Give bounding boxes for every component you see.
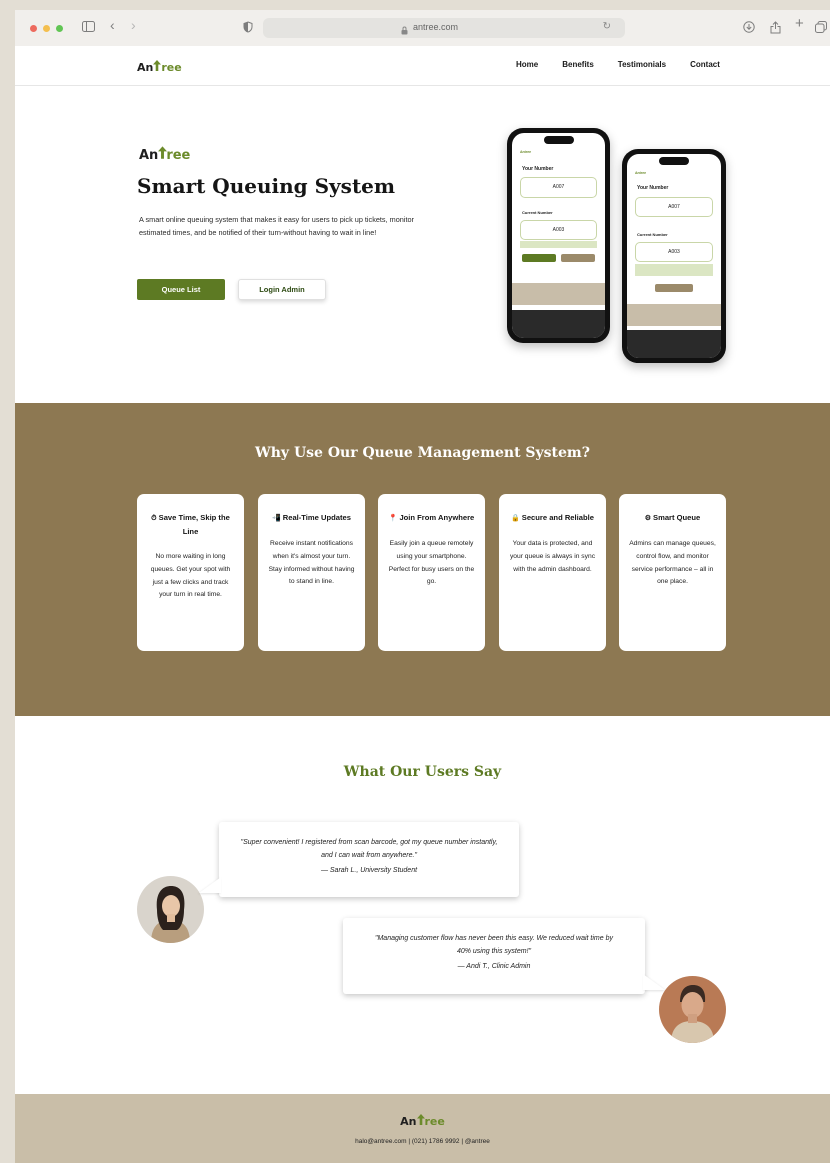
location-pin-icon: 📍 <box>388 515 398 522</box>
privacy-shield-icon[interactable] <box>243 21 253 36</box>
benefit-card-body: Your data is protected, and your queue i… <box>509 540 596 573</box>
hero-title: Smart Queuing System <box>137 174 396 198</box>
nav-contact-link[interactable]: Contact <box>690 60 720 69</box>
hero-description: A smart online queuing system that makes… <box>139 215 414 237</box>
testimonial-author: — Sarah L., University Student <box>320 867 418 875</box>
benefit-card-title: Join From Anywhere <box>399 513 475 522</box>
forward-icon[interactable]: › <box>131 18 136 32</box>
new-tab-icon[interactable]: + <box>795 16 804 31</box>
site-footer: An ree halo@antree.com | (021) 1786 9992… <box>15 1094 830 1163</box>
benefit-card: ⏱ Save Time, Skip the Line No more waitin… <box>137 494 244 651</box>
benefit-card: 🔒 Secure and Reliable Your data is protec… <box>499 494 606 651</box>
reload-icon[interactable]: ↻ <box>603 21 611 32</box>
minimize-window-button[interactable] <box>43 25 50 32</box>
zoom-window-button[interactable] <box>56 25 63 32</box>
testimonial-author: — Andi T., Clinic Admin <box>457 963 531 971</box>
benefit-card: 📲 Real-Time Updates Receive instant notif… <box>258 494 365 651</box>
benefit-card-title: Save Time, Skip the Line <box>158 513 230 536</box>
phone-mockup-2: Antree Your Number A007 Current Number A… <box>622 149 726 363</box>
benefit-card-title: Real-Time Updates <box>282 513 351 522</box>
site-logo[interactable]: An ree <box>137 60 182 74</box>
benefit-card-body: Admins can manage queues, control flow, … <box>629 540 716 586</box>
window-controls <box>30 25 63 32</box>
back-icon[interactable]: ‹ <box>110 18 115 32</box>
testimonial-bubble-1: "Super convenient! I registered from sca… <box>199 822 519 897</box>
testimonial-quote: "Super convenient! I registered from sca… <box>240 839 498 859</box>
benefit-card: 📍 Join From Anywhere Easily join a queue … <box>378 494 485 651</box>
nav-testimonials-link[interactable]: Testimonials <box>618 60 666 69</box>
mobile-notification-icon: 📲 <box>272 515 281 522</box>
benefits-section: Why Use Our Queue Management System? ⏱ Sa… <box>15 403 830 716</box>
tree-logo-icon <box>153 60 162 74</box>
close-window-button[interactable] <box>30 25 37 32</box>
nav-home-link[interactable]: Home <box>516 60 538 69</box>
tree-logo-icon <box>158 146 168 163</box>
benefit-card-body: No more waiting in long queues. Get your… <box>150 553 231 599</box>
footer-logo: An ree <box>400 1114 445 1128</box>
main-nav: Home Benefits Testimonials Contact <box>516 60 744 69</box>
stopwatch-icon: ⏱ <box>151 515 157 522</box>
tree-logo-icon <box>416 1114 425 1128</box>
sidebar-icon[interactable] <box>82 21 95 35</box>
hero-logo: An ree <box>139 146 191 163</box>
queue-list-button[interactable]: Queue List <box>137 279 225 300</box>
phone-screen: Antree Your Number A007 Current Number A… <box>512 133 605 338</box>
benefit-card-title: Secure and Reliable <box>521 513 594 522</box>
benefit-card: ⚙ Smart Queue Admins can manage queues, c… <box>619 494 726 651</box>
download-icon[interactable] <box>743 21 755 36</box>
testimonial-quote: "Managing customer flow has never been t… <box>374 935 613 955</box>
browser-toolbar: ‹ › antree.com ↻ + <box>15 10 830 46</box>
address-bar[interactable]: antree.com ↻ <box>263 18 625 38</box>
phone-screen: Antree Your Number A007 Current Number A… <box>627 154 721 358</box>
benefit-card-title: Smart Queue <box>653 513 701 522</box>
gear-icon: ⚙ <box>644 515 651 522</box>
avatar-andi <box>659 976 726 1043</box>
footer-contact-info: halo@antree.com | (021) 1786 9992 | @ant… <box>355 1138 490 1145</box>
nav-benefits-link[interactable]: Benefits <box>562 60 594 69</box>
benefits-title: Why Use Our Queue Management System? <box>255 445 590 461</box>
testimonial-bubble-2: "Managing customer flow has never been t… <box>343 918 665 994</box>
lock-icon <box>401 22 408 40</box>
benefit-card-body: Receive instant notifications when it's … <box>268 540 355 586</box>
share-icon[interactable] <box>770 21 781 37</box>
url-text: antree.com <box>413 22 459 32</box>
phone-mockup-1: Antree Your Number A007 Current Number A… <box>507 128 610 343</box>
benefit-card-body: Easily join a queue remotely using your … <box>388 540 475 586</box>
avatar-sarah <box>137 876 204 943</box>
testimonials-title: What Our Users Say <box>343 764 502 780</box>
lock-icon: 🔒 <box>511 515 520 522</box>
login-admin-button[interactable]: Login Admin <box>238 279 326 300</box>
site-navbar: An ree Home Benefits Testimonials Contac… <box>15 46 830 86</box>
tab-overview-icon[interactable] <box>815 21 827 36</box>
web-page: An ree Home Benefits Testimonials Contac… <box>15 46 830 1163</box>
